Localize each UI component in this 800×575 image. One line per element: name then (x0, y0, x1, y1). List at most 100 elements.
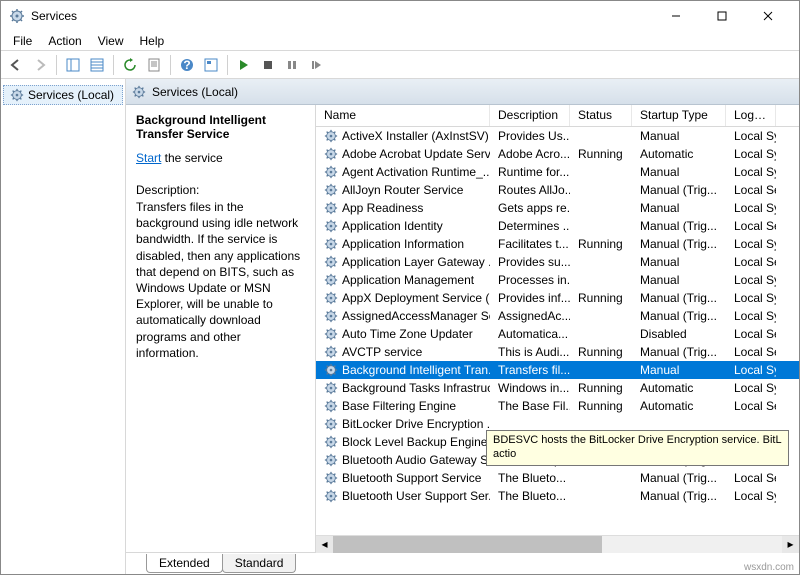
col-name[interactable]: Name (316, 105, 490, 126)
toolbar: ? (1, 51, 799, 79)
service-logon: Local Sy (734, 309, 776, 323)
refresh-button[interactable] (119, 54, 141, 76)
window-title: Services (31, 9, 77, 23)
detail-pane: Background Intelligent Transfer Service … (126, 105, 316, 552)
forward-button[interactable] (29, 54, 51, 76)
service-row[interactable]: Bluetooth User Support Ser... The Blueto.… (316, 487, 799, 505)
service-row[interactable]: Agent Activation Runtime_...Runtime for.… (316, 163, 799, 181)
close-button[interactable] (745, 1, 791, 31)
col-startup-type[interactable]: Startup Type (632, 105, 726, 126)
menu-view[interactable]: View (90, 32, 132, 50)
col-status[interactable]: Status (570, 105, 632, 126)
start-service-suffix: the service (161, 151, 222, 165)
service-row[interactable]: Application InformationFacilitates t...R… (316, 235, 799, 253)
pause-service-button[interactable] (281, 54, 303, 76)
service-row[interactable]: Adobe Acrobat Update Serv...Adobe Acro..… (316, 145, 799, 163)
pane-header: Services (Local) (126, 79, 799, 105)
scroll-thumb[interactable] (333, 536, 602, 553)
help-button[interactable]: ? (176, 54, 198, 76)
gear-icon (324, 471, 338, 485)
scroll-right-button[interactable]: ▸ (782, 536, 799, 553)
service-name: Bluetooth User Support Ser... (342, 489, 490, 503)
tree-node-services-local[interactable]: Services (Local) (3, 85, 123, 105)
service-description: Facilitates t... (498, 237, 569, 251)
services-window: Services File Action View Help ? (0, 0, 800, 575)
service-row[interactable]: AssignedAccessManager Se...AssignedAc...… (316, 307, 799, 325)
service-startup-type: Manual (Trig... (640, 219, 717, 233)
service-description: Gets apps re... (498, 201, 570, 215)
service-logon: Local Se (734, 219, 776, 233)
service-row[interactable]: Base Filtering EngineThe Base Fil...Runn… (316, 397, 799, 415)
export-list-button[interactable] (86, 54, 108, 76)
service-description: The Blueto... (498, 489, 566, 503)
service-startup-type: Manual (640, 165, 679, 179)
properties-button[interactable] (143, 54, 165, 76)
col-logon-as[interactable]: Log On As (726, 105, 776, 126)
menu-file[interactable]: File (5, 32, 40, 50)
tab-standard[interactable]: Standard (222, 554, 297, 573)
menu-help[interactable]: Help (132, 32, 173, 50)
service-row[interactable]: Application IdentityDetermines ...Manual… (316, 217, 799, 235)
service-startup-type: Automatic (640, 381, 693, 395)
service-name: Application Layer Gateway ... (342, 255, 490, 269)
service-row[interactable]: Application ManagementProcesses in...Man… (316, 271, 799, 289)
service-startup-type: Automatic (640, 399, 693, 413)
description-label: Description: (136, 183, 305, 197)
back-button[interactable] (5, 54, 27, 76)
app-icon (9, 8, 25, 24)
service-description: Transfers fil... (498, 363, 570, 377)
gear-icon (324, 273, 338, 287)
service-status: Running (578, 345, 623, 359)
service-row[interactable]: AppX Deployment Service (...Provides inf… (316, 289, 799, 307)
service-row[interactable]: AVCTP serviceThis is Audi...RunningManua… (316, 343, 799, 361)
gear-icon (324, 183, 338, 197)
service-name: Application Management (342, 273, 474, 287)
service-description: Windows in... (498, 381, 569, 395)
service-startup-type: Disabled (640, 327, 687, 341)
service-row[interactable]: Background Intelligent Tran...Transfers … (316, 361, 799, 379)
service-row[interactable]: App ReadinessGets apps re...ManualLocal … (316, 199, 799, 217)
service-row[interactable]: Auto Time Zone UpdaterAutomatica...Disab… (316, 325, 799, 343)
horizontal-scrollbar[interactable]: ◂ ▸ (316, 535, 799, 552)
gear-icon (324, 399, 338, 413)
start-service-button[interactable] (233, 54, 255, 76)
gear-icon (324, 147, 338, 161)
service-logon: Local Sy (734, 273, 776, 287)
service-status: Running (578, 237, 623, 251)
service-description: Provides inf... (498, 291, 570, 305)
service-row[interactable]: Bluetooth Support ServiceThe Blueto...Ma… (316, 469, 799, 487)
show-hide-tree-button[interactable] (62, 54, 84, 76)
scroll-left-button[interactable]: ◂ (316, 536, 333, 553)
service-status: Running (578, 147, 623, 161)
options-button[interactable] (200, 54, 222, 76)
service-startup-type: Manual (Trig... (640, 183, 717, 197)
service-name: AssignedAccessManager Se... (342, 309, 490, 323)
pane-header-title: Services (Local) (152, 85, 238, 99)
service-logon: Local Se (734, 399, 776, 413)
service-row[interactable]: Background Tasks Infrastruc...Windows in… (316, 379, 799, 397)
col-description[interactable]: Description (490, 105, 570, 126)
service-startup-type: Manual (640, 129, 679, 143)
gear-icon (324, 165, 338, 179)
maximize-button[interactable] (699, 1, 745, 31)
service-row[interactable]: Application Layer Gateway ...Provides su… (316, 253, 799, 271)
tooltip: BDESVC hosts the BitLocker Drive Encrypt… (486, 430, 789, 466)
service-name: Base Filtering Engine (342, 399, 456, 413)
service-row[interactable]: ActiveX Installer (AxInstSV)Provides Us.… (316, 127, 799, 145)
service-logon: Local Se (734, 183, 776, 197)
service-startup-type: Manual (640, 255, 679, 269)
service-logon: Local Sy (734, 363, 776, 377)
minimize-button[interactable] (653, 1, 699, 31)
gear-icon (324, 327, 338, 341)
gear-icon (324, 129, 338, 143)
restart-service-button[interactable] (305, 54, 327, 76)
service-row[interactable]: AllJoyn Router ServiceRoutes AllJo...Man… (316, 181, 799, 199)
titlebar: Services (1, 1, 799, 31)
start-service-link[interactable]: Start (136, 151, 161, 165)
tab-extended[interactable]: Extended (146, 554, 223, 573)
stop-service-button[interactable] (257, 54, 279, 76)
service-description: Provides Us... (498, 129, 570, 143)
menu-action[interactable]: Action (40, 32, 89, 50)
service-name: Application Identity (342, 219, 443, 233)
service-startup-type: Manual (Trig... (640, 309, 717, 323)
